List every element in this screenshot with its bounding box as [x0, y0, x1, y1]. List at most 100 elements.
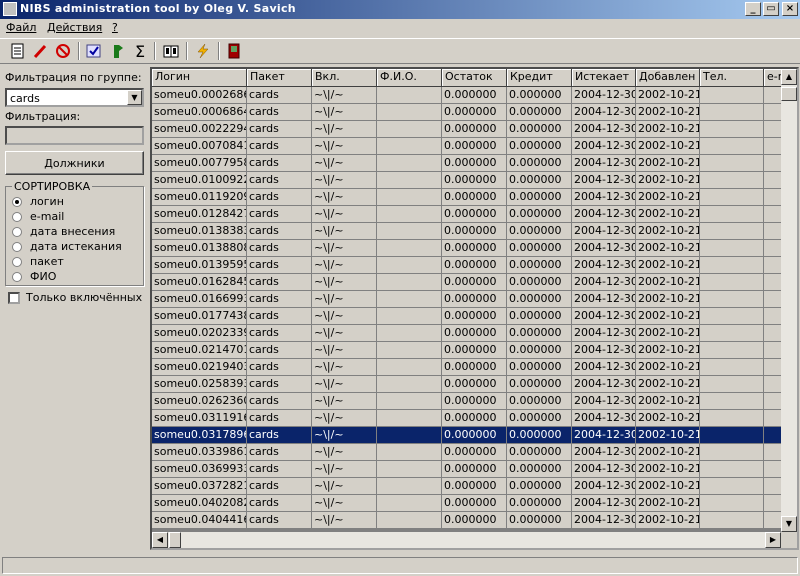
sort-radio-5[interactable] [12, 272, 22, 282]
sort-radio-0[interactable] [12, 197, 22, 207]
check-icon[interactable] [84, 41, 104, 61]
title-bar: NIBS administration tool by Oleg V. Savi… [0, 0, 800, 19]
table-cell: 0.000000 [507, 257, 572, 274]
table-cell [700, 121, 764, 138]
filter-input[interactable] [5, 126, 144, 145]
table-cell: 2002-10-21 [636, 495, 700, 512]
vertical-scrollbar[interactable]: ▲ ▼ [781, 69, 797, 532]
menu-actions[interactable]: Действия [47, 21, 102, 34]
table-cell: 2004-12-30 [572, 291, 636, 308]
table-cell: 2004-12-30 [572, 104, 636, 121]
scroll-thumb[interactable] [781, 87, 797, 101]
table-cell [700, 87, 764, 104]
table-cell [700, 427, 764, 444]
scroll-left-icon[interactable]: ◀ [152, 532, 168, 548]
new-icon[interactable] [8, 41, 28, 61]
column-header[interactable]: Ф.И.О. [377, 69, 442, 87]
sort-radio-1[interactable] [12, 212, 22, 222]
delete-icon[interactable] [53, 41, 73, 61]
group-filter-value: cards [10, 92, 40, 105]
horizontal-scrollbar[interactable]: ◀ ▶ [152, 532, 781, 548]
table-cell: 0.000000 [507, 172, 572, 189]
table-cell: 0.000000 [442, 478, 507, 495]
maximize-button[interactable]: ▭ [763, 2, 779, 16]
table-cell: 2004-12-30 [572, 410, 636, 427]
hscroll-thumb[interactable] [169, 532, 181, 548]
table-cell: 0.000000 [507, 410, 572, 427]
table-cell [700, 274, 764, 291]
table-cell [377, 240, 442, 257]
table-cell: 2002-10-21 [636, 342, 700, 359]
table-cell: 0.000000 [507, 87, 572, 104]
table-cell: someu0.007084119 [152, 138, 247, 155]
column-header[interactable]: Тел. [700, 69, 764, 87]
table-cell: ~\|/~ [312, 512, 377, 529]
lightning-icon[interactable] [193, 41, 213, 61]
table-cell: 2004-12-30 [572, 308, 636, 325]
column-header[interactable]: Пакет [247, 69, 312, 87]
table-cell [700, 291, 764, 308]
table-cell [377, 478, 442, 495]
table-cell [700, 206, 764, 223]
table-cell: ~\|/~ [312, 308, 377, 325]
scroll-down-icon[interactable]: ▼ [781, 516, 797, 532]
table-cell: ~\|/~ [312, 359, 377, 376]
debtors-button[interactable]: Должники [5, 151, 144, 175]
table-cell: 0.000000 [507, 138, 572, 155]
table-cell [377, 104, 442, 121]
table-cell: 0.000000 [507, 495, 572, 512]
table-cell: 2002-10-21 [636, 393, 700, 410]
export-icon[interactable] [108, 41, 128, 61]
table-cell: 0.000000 [507, 359, 572, 376]
window-title: NIBS administration tool by Oleg V. Savi… [20, 2, 296, 15]
table-cell: 0.000000 [507, 206, 572, 223]
table-cell: cards [247, 308, 312, 325]
edit-icon[interactable] [30, 41, 50, 61]
table-cell: 2004-12-30 [572, 393, 636, 410]
table-cell: 0.000000 [507, 325, 572, 342]
table-cell: 0.000000 [442, 274, 507, 291]
table-cell: 2002-10-21 [636, 291, 700, 308]
column-header[interactable]: Истекает [572, 69, 636, 87]
table-cell: 0.000000 [507, 512, 572, 529]
group-filter-select[interactable]: cards ▼ [5, 88, 144, 107]
sort-radio-4[interactable] [12, 257, 22, 267]
table-cell: ~\|/~ [312, 155, 377, 172]
column-header[interactable]: Логин [152, 69, 247, 87]
sort-radio-2[interactable] [12, 227, 22, 237]
table-cell [700, 461, 764, 478]
table-cell: 0.000000 [507, 291, 572, 308]
column-header[interactable]: Остаток [442, 69, 507, 87]
table-cell: cards [247, 155, 312, 172]
table-cell: 0.000000 [442, 393, 507, 410]
table-cell: cards [247, 87, 312, 104]
minimize-button[interactable]: _ [745, 2, 761, 16]
table-cell: 0.000000 [507, 478, 572, 495]
table-cell: someu0.020233958 [152, 325, 247, 342]
exit-icon[interactable] [224, 41, 244, 61]
table-cell: 2004-12-30 [572, 138, 636, 155]
sum-icon[interactable]: Σ [130, 41, 150, 61]
scroll-right-icon[interactable]: ▶ [765, 532, 781, 548]
table-cell: someu0.031191671 [152, 410, 247, 427]
menu-file[interactable]: Файл [6, 21, 36, 34]
table-cell [377, 325, 442, 342]
column-header[interactable]: Кредит [507, 69, 572, 87]
table-cell: 0.000000 [507, 376, 572, 393]
sort-radio-3[interactable] [12, 242, 22, 252]
book-icon[interactable] [161, 41, 181, 61]
scroll-up-icon[interactable]: ▲ [781, 69, 797, 85]
table-cell: ~\|/~ [312, 478, 377, 495]
only-enabled-checkbox[interactable] [8, 292, 20, 304]
table-cell: someu0.026236055 [152, 393, 247, 410]
table-cell: ~\|/~ [312, 427, 377, 444]
table-cell: 0.000000 [507, 342, 572, 359]
table-cell [377, 274, 442, 291]
close-button[interactable]: × [782, 2, 798, 16]
menu-help[interactable]: ? [112, 21, 118, 34]
column-header[interactable]: Добавлен [636, 69, 700, 87]
column-header[interactable]: Вкл. [312, 69, 377, 87]
chevron-down-icon[interactable]: ▼ [127, 90, 142, 105]
only-enabled-label: Только включённых [26, 291, 143, 304]
table-cell: 0.000000 [507, 427, 572, 444]
